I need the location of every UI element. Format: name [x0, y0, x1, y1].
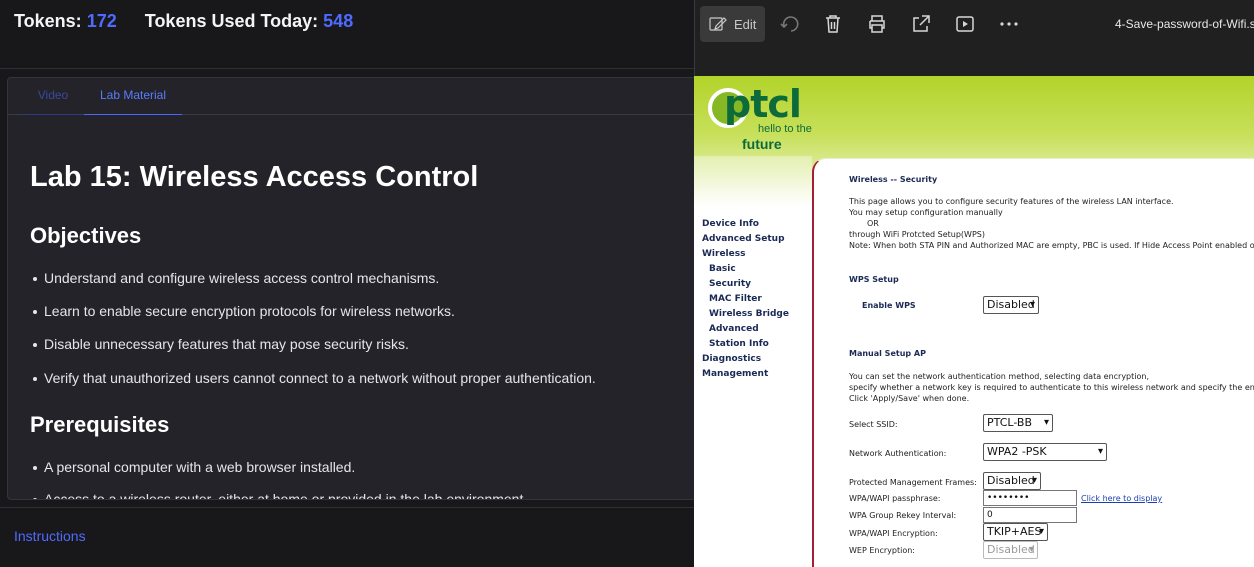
more-button[interactable] [997, 12, 1021, 36]
objective-item: Disable unnecessary features that may po… [33, 336, 409, 352]
tokens-label: Tokens: [14, 11, 82, 31]
passphrase-input[interactable]: •••••••• [983, 490, 1077, 506]
ssid-select[interactable]: PTCL-BB [983, 414, 1053, 432]
delete-icon [826, 15, 840, 33]
router-screenshot: ptcl hello to the future Device Info Adv… [694, 76, 1254, 567]
manual-setup-text: specify whether a network key is require… [849, 383, 1254, 392]
rotate-button[interactable] [778, 12, 802, 36]
manual-setup-text: You can set the network authentication m… [849, 372, 1150, 381]
auth-label: Network Authentication: [849, 449, 947, 458]
manual-setup-heading: Manual Setup AP [849, 349, 926, 358]
enable-wps-label: Enable WPS [862, 301, 916, 310]
logo-tagline-future: future [742, 136, 782, 152]
prerequisites-heading: Prerequisites [30, 412, 170, 437]
nav-diagnostics[interactable]: Diagnostics [702, 354, 761, 364]
nav-wireless[interactable]: Wireless [702, 249, 745, 259]
objective-item: Verify that unauthorized users cannot co… [33, 370, 596, 386]
share-button[interactable] [909, 12, 933, 36]
lab-title: Lab 15: Wireless Access Control [30, 161, 479, 193]
tab-bar: Video Lab Material [8, 78, 706, 115]
ssid-label: Select SSID: [849, 420, 898, 429]
viewer-toolbar: Edit 4-Save-password-of-Wifi.s [694, 0, 1254, 48]
router-note: Note: When both STA PIN and Authorized M… [849, 241, 1254, 250]
encryption-select[interactable]: TKIP+AES [983, 523, 1048, 541]
tokens-used-value: 548 [323, 11, 354, 31]
lab-card: Video Lab Material Lab 15: Wireless Acce… [7, 77, 707, 500]
objective-item: Understand and configure wireless access… [32, 270, 440, 286]
image-viewer: Edit 4-Save-password-of-Wifi.s ptcl hell… [694, 0, 1254, 567]
show-passphrase-link[interactable]: Click here to display [1081, 494, 1162, 503]
wep-label: WEP Encryption: [849, 546, 915, 555]
token-counter: Tokens: 172 Tokens Used Today: 548 [14, 11, 353, 32]
ptcl-logo-text: ptcl [724, 82, 802, 126]
tokens-used-label: Tokens Used Today: [144, 11, 319, 31]
print-button[interactable] [865, 12, 889, 36]
nav-advanced-setup[interactable]: Advanced Setup [702, 234, 785, 244]
file-name: 4-Save-password-of-Wifi.s [1115, 17, 1254, 31]
share-icon [913, 15, 930, 32]
nav-mac-filter[interactable]: MAC Filter [709, 294, 762, 304]
rotate-icon [780, 16, 799, 32]
rekey-input[interactable]: 0 [983, 507, 1077, 523]
nav-basic[interactable]: Basic [709, 264, 736, 274]
prerequisite-item: A personal computer with a web browser i… [32, 459, 356, 475]
divider [0, 507, 694, 508]
divider [0, 68, 694, 69]
tab-lab-material[interactable]: Lab Material [84, 78, 182, 115]
router-intro: OR [867, 219, 879, 228]
rekey-label: WPA Group Rekey Interval: [849, 511, 957, 520]
nav-advanced[interactable]: Advanced [709, 324, 759, 334]
router-intro: You may setup configuration manually [849, 208, 1003, 217]
manual-setup-text: Click 'Apply/Save' when done. [849, 394, 970, 403]
auth-select[interactable]: WPA2 -PSK [983, 443, 1107, 461]
delete-button[interactable] [821, 12, 845, 36]
objective-item: Learn to enable secure encryption protoc… [33, 303, 455, 319]
edit-icon [709, 17, 727, 31]
nav-station-info[interactable]: Station Info [709, 339, 769, 349]
logo-tagline: hello to the [758, 123, 812, 135]
encryption-label: WPA/WAPI Encryption: [849, 529, 938, 538]
prerequisite-item: Access to a wireless router, either at h… [32, 491, 527, 499]
nav-device-info[interactable]: Device Info [702, 219, 759, 229]
router-page-title: Wireless -- Security [849, 175, 938, 184]
enable-wps-select[interactable]: Disabled [983, 296, 1039, 314]
objectives-heading: Objectives [30, 223, 142, 248]
tokens-value: 172 [86, 11, 117, 31]
router-intro: through WiFi Protcted Setup(WPS) [849, 230, 985, 239]
more-icon [1000, 22, 1018, 26]
nav-wireless-bridge[interactable]: Wireless Bridge [709, 309, 789, 319]
slideshow-icon [956, 16, 974, 32]
router-intro: This page allows you to configure securi… [849, 197, 1174, 206]
nav-security[interactable]: Security [709, 279, 751, 289]
passphrase-label: WPA/WAPI passphrase: [849, 494, 941, 503]
tab-video[interactable]: Video [23, 78, 83, 115]
edit-button[interactable]: Edit [700, 6, 765, 42]
edit-label: Edit [734, 17, 757, 32]
lab-panel: Tokens: 172 Tokens Used Today: 548 Video… [0, 0, 707, 567]
instructions-link[interactable]: Instructions [14, 528, 86, 544]
slideshow-button[interactable] [953, 12, 977, 36]
nav-management[interactable]: Management [702, 369, 768, 379]
pmf-select[interactable]: Disabled [983, 472, 1041, 490]
screen: Tokens: 172 Tokens Used Today: 548 Video… [0, 0, 1254, 567]
pmf-label: Protected Management Frames: [849, 478, 977, 487]
wep-select[interactable]: Disabled [983, 541, 1038, 559]
wps-heading: WPS Setup [849, 275, 899, 284]
print-icon [869, 15, 885, 33]
